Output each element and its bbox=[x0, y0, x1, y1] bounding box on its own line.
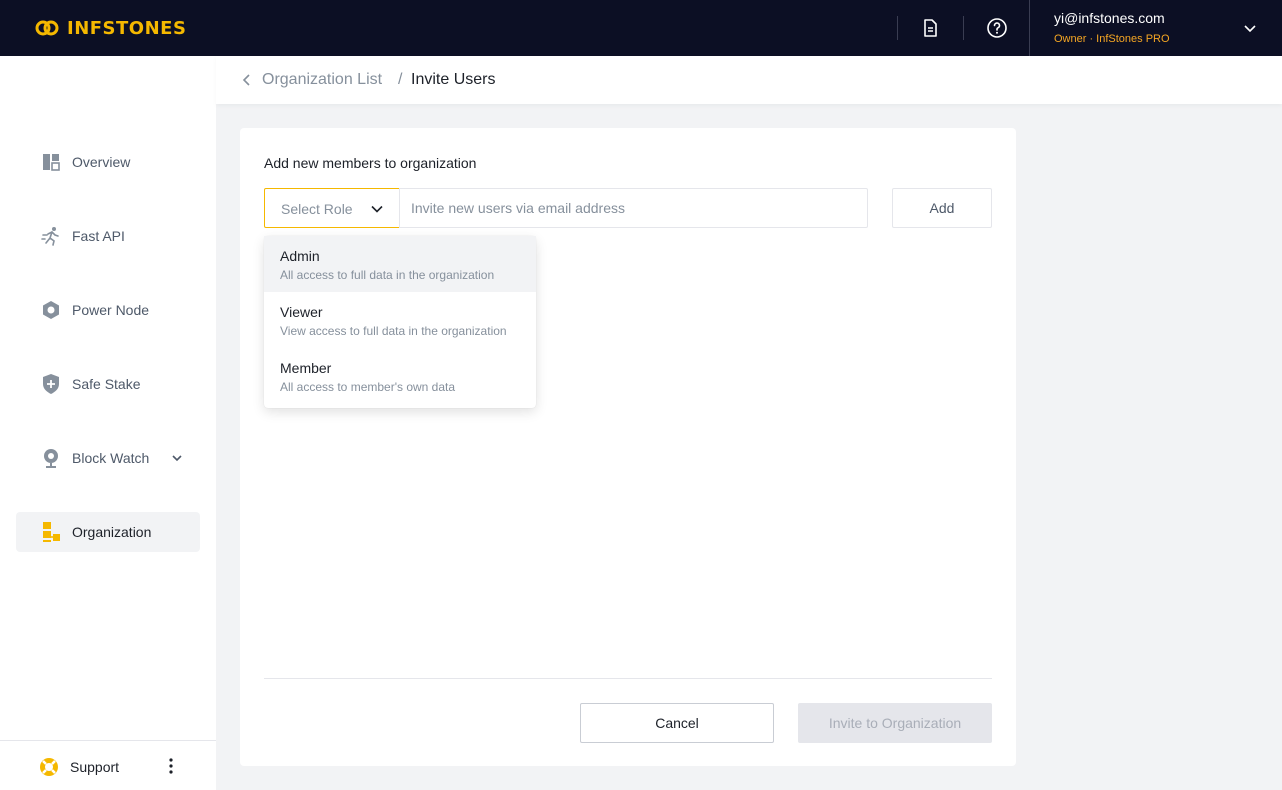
role-select-placeholder: Select Role bbox=[281, 201, 353, 217]
support-icon bbox=[40, 758, 58, 776]
role-option-name: Viewer bbox=[280, 304, 323, 320]
role-dropdown: Admin All access to full data in the org… bbox=[264, 236, 536, 408]
sidebar-item-label: Safe Stake bbox=[72, 376, 141, 392]
add-button[interactable]: Add bbox=[892, 188, 992, 228]
fast-api-icon bbox=[40, 225, 62, 247]
power-node-icon bbox=[40, 299, 62, 321]
invite-card: Add new members to organization Select R… bbox=[240, 128, 1016, 766]
role-option-name: Admin bbox=[280, 248, 320, 264]
chevron-down-icon[interactable] bbox=[1242, 20, 1258, 36]
chevron-left-icon[interactable] bbox=[240, 73, 254, 87]
infstones-logo[interactable]: INFSTONES bbox=[33, 14, 186, 42]
email-input[interactable] bbox=[399, 188, 868, 228]
topbar-divider bbox=[963, 16, 964, 40]
breadcrumb-separator: / bbox=[398, 71, 403, 88]
shield-icon bbox=[40, 373, 62, 395]
cancel-button[interactable]: Cancel bbox=[580, 703, 774, 743]
account-role: Owner · InfStones PRO bbox=[1054, 33, 1170, 45]
sidebar-item-fast-api[interactable]: Fast API bbox=[16, 216, 200, 256]
chevron-down-icon bbox=[371, 205, 383, 213]
role-option-description: All access to full data in the organizat… bbox=[280, 268, 495, 282]
sidebar-item-label: Overview bbox=[72, 154, 131, 170]
role-option-member[interactable]: Member All access to member's own data bbox=[264, 348, 536, 404]
support-link[interactable]: Support bbox=[70, 759, 119, 775]
breadcrumb-current: Invite Users bbox=[411, 71, 496, 88]
role-option-admin[interactable]: Admin All access to full data in the org… bbox=[264, 236, 536, 292]
sidebar-item-label: Power Node bbox=[72, 302, 150, 318]
sidebar-item-label: Fast API bbox=[72, 228, 125, 244]
more-vertical-icon[interactable] bbox=[162, 756, 180, 776]
sidebar-item-organization[interactable]: Organization bbox=[16, 512, 200, 552]
role-option-description: View access to full data in the organiza… bbox=[280, 324, 507, 338]
sidebar-item-label: Organization bbox=[72, 524, 152, 540]
account-divider bbox=[1029, 0, 1030, 56]
divider bbox=[264, 678, 992, 679]
role-option-name: Member bbox=[280, 360, 332, 376]
account-email[interactable]: yi@infstones.com bbox=[1054, 10, 1165, 26]
role-option-viewer[interactable]: Viewer View access to full data in the o… bbox=[264, 292, 536, 348]
top-bar: INFSTONES yi@infstones.com Owner · InfSt… bbox=[0, 0, 1282, 56]
card-title: Add new members to organization bbox=[264, 155, 477, 171]
chevron-down-icon[interactable] bbox=[170, 451, 184, 465]
sidebar-item-safe-stake[interactable]: Safe Stake bbox=[16, 364, 200, 404]
sidebar: Overview Fast API Power Node Safe Stake … bbox=[0, 56, 216, 790]
breadcrumb-organization-list[interactable]: Organization List bbox=[262, 71, 382, 89]
logo-text: INFSTONES bbox=[67, 17, 187, 39]
document-icon[interactable] bbox=[918, 16, 942, 40]
topbar-divider bbox=[897, 16, 898, 40]
logo-icon bbox=[35, 20, 59, 36]
breadcrumb: Organization List / Invite Users bbox=[216, 56, 1282, 104]
overview-icon bbox=[40, 151, 62, 173]
sidebar-item-block-watch[interactable]: Block Watch bbox=[16, 438, 200, 478]
support-section: Support bbox=[0, 740, 216, 790]
sidebar-item-power-node[interactable]: Power Node bbox=[16, 290, 200, 330]
role-select[interactable]: Select Role bbox=[264, 188, 400, 228]
sidebar-item-label: Block Watch bbox=[72, 450, 150, 466]
invite-to-organization-button[interactable]: Invite to Organization bbox=[798, 703, 992, 743]
help-icon[interactable] bbox=[985, 16, 1009, 40]
block-watch-icon bbox=[40, 447, 62, 469]
role-option-description: All access to member's own data bbox=[280, 380, 456, 394]
organization-icon bbox=[40, 521, 62, 543]
sidebar-item-overview[interactable]: Overview bbox=[16, 142, 200, 182]
